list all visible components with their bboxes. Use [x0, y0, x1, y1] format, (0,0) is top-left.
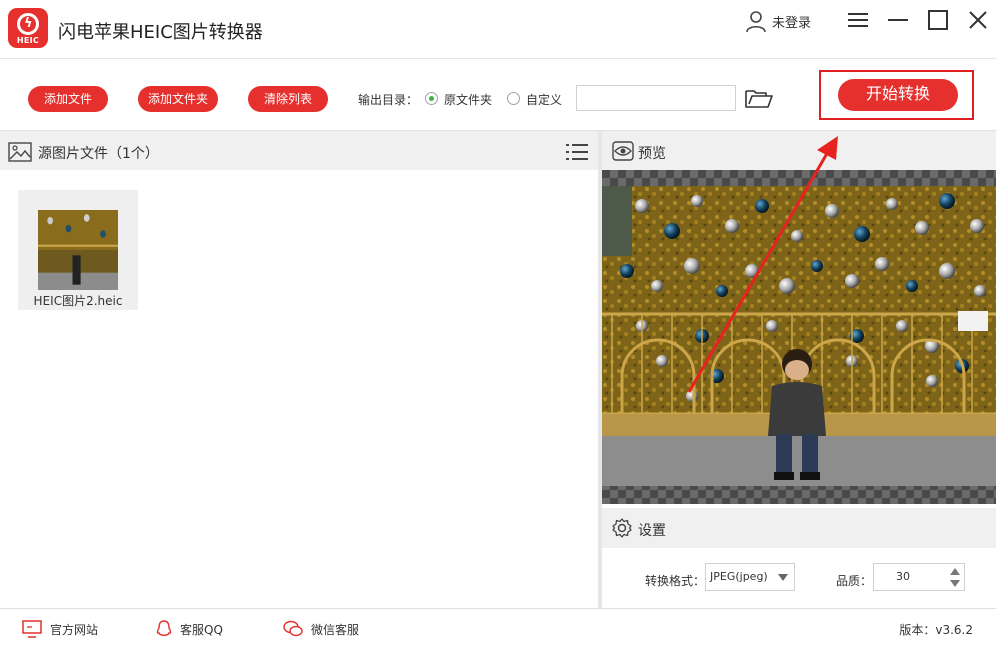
file-item[interactable]: HEIC图片2.heic [18, 190, 138, 310]
stepper-up-icon[interactable] [950, 568, 960, 575]
clear-list-button[interactable]: 清除列表 [248, 86, 328, 112]
close-icon[interactable] [966, 8, 990, 32]
radio-custom-label[interactable]: 自定义 [526, 91, 562, 108]
qq-icon [156, 620, 172, 636]
radio-original-folder[interactable] [425, 92, 438, 105]
footer: 官方网站 客服QQ 微信客服 版本：v3.6.2 [0, 608, 996, 647]
eye-icon [612, 141, 634, 161]
format-select[interactable]: JPEG(jpeg) [705, 563, 795, 591]
monitor-icon [22, 620, 42, 638]
version-label: 版本：v3.6.2 [899, 623, 973, 637]
source-files-title: 源图片文件（1个） [38, 146, 159, 162]
preview-title: 预览 [638, 146, 666, 162]
file-thumbnail [38, 210, 118, 290]
wechat-label: 微信客服 [311, 622, 360, 637]
output-dir-label: 输出目录： [358, 93, 419, 107]
website-link[interactable]: 官方网站 [22, 620, 98, 638]
user-icon [746, 11, 766, 33]
add-file-button[interactable]: 添加文件 [28, 86, 108, 112]
quality-label: 品质： [836, 574, 873, 588]
file-name: HEIC图片2.heic [33, 294, 123, 308]
format-value: JPEG(jpeg) [710, 570, 768, 583]
preview-header: 预览 [602, 130, 996, 170]
user-login[interactable]: 未登录 [744, 8, 811, 34]
format-label: 转换格式： [645, 574, 706, 588]
source-files-header: 源图片文件（1个） [0, 130, 598, 170]
gear-icon [612, 518, 632, 538]
app-logo-text: HEIC [16, 36, 40, 45]
login-label: 未登录 [772, 15, 812, 31]
wechat-icon [283, 620, 303, 637]
stepper-down-icon[interactable] [950, 580, 960, 587]
list-view-icon[interactable] [566, 141, 588, 163]
maximize-icon[interactable] [926, 8, 950, 32]
menu-icon[interactable] [846, 8, 870, 32]
preview-canvas [602, 170, 996, 504]
app-title: 闪电苹果HEIC图片转换器 [58, 22, 263, 43]
qq-label: 客服QQ [180, 622, 223, 637]
title-bar: ϟ HEIC 闪电苹果HEIC图片转换器 未登录 [0, 0, 996, 58]
chevron-down-icon [778, 574, 788, 581]
radio-custom[interactable] [507, 92, 520, 105]
wechat-link[interactable]: 微信客服 [283, 620, 359, 638]
website-label: 官方网站 [50, 622, 99, 637]
quality-value: 30 [896, 570, 910, 583]
settings-title: 设置 [638, 523, 666, 539]
output-path-input[interactable] [576, 85, 736, 111]
settings-header: 设置 [602, 508, 996, 548]
start-convert-button[interactable]: 开始转换 [838, 79, 958, 111]
toolbar: 添加文件 添加文件夹 清除列表 输出目录： 原文件夹 自定义 开始转换 [0, 58, 996, 130]
minimize-icon[interactable] [886, 8, 910, 32]
quality-stepper[interactable]: 30 [873, 563, 965, 591]
settings-body: 转换格式： JPEG(jpeg) 品质： 30 [602, 548, 996, 608]
image-icon [8, 142, 32, 162]
qq-link[interactable]: 客服QQ [156, 620, 223, 638]
add-folder-button[interactable]: 添加文件夹 [138, 86, 218, 112]
file-list: HEIC图片2.heic [0, 170, 598, 608]
folder-open-icon[interactable] [744, 87, 774, 109]
app-logo-icon: ϟ HEIC [8, 8, 48, 48]
radio-original-label[interactable]: 原文件夹 [444, 91, 492, 108]
preview-photo [602, 186, 996, 486]
